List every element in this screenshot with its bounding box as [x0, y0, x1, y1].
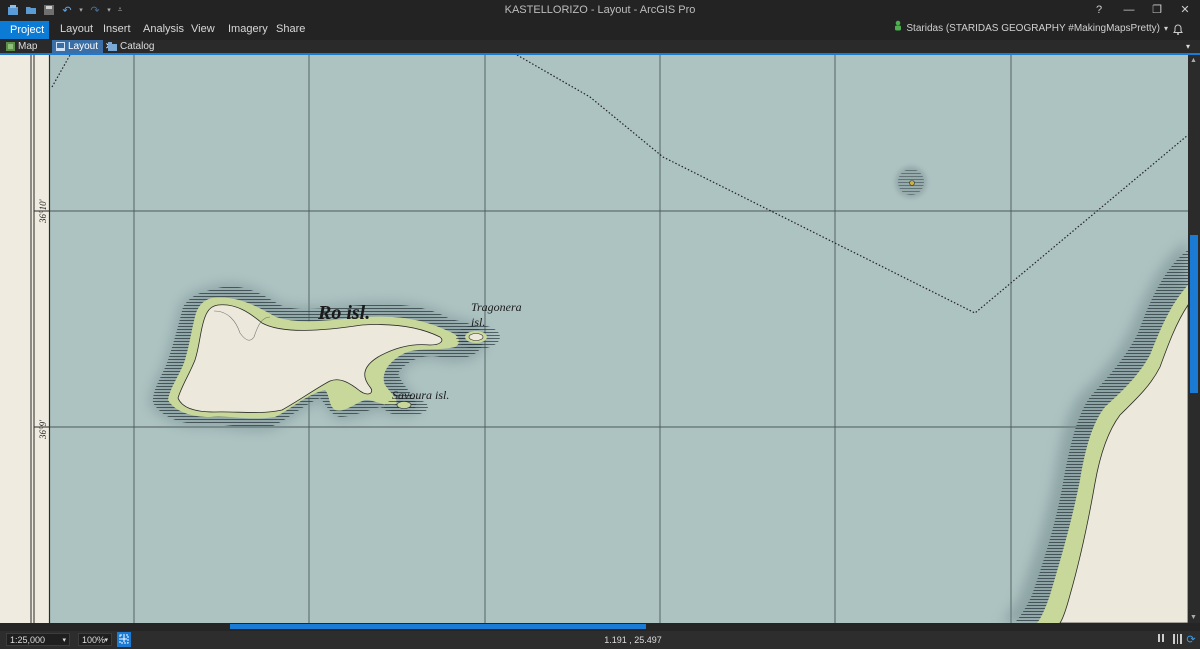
latitude-label: 36°9' — [38, 419, 48, 440]
minimize-button[interactable]: — — [1114, 0, 1144, 20]
table-of-contents-icon[interactable] — [1155, 633, 1169, 647]
latitude-label: 36°10' — [38, 198, 48, 224]
horizontal-scroll-thumb[interactable] — [230, 624, 646, 629]
map-border-frame — [0, 55, 50, 623]
notifications-icon[interactable] — [1172, 20, 1184, 38]
label-ro-island: Ro isl. — [317, 302, 370, 324]
view-tab-label: Map — [18, 41, 38, 52]
view-tab-label: Catalog — [120, 41, 155, 52]
view-tab-layout[interactable]: Layout ✕ — [52, 40, 113, 53]
tab-insert[interactable]: Insert — [103, 20, 131, 38]
label-tragonera-isl: isl. — [471, 315, 485, 329]
layout-icon — [56, 42, 65, 51]
horizontal-scrollbar[interactable] — [0, 623, 1200, 631]
view-tab-map[interactable]: Map — [6, 40, 46, 53]
window-title: KASTELLORIZO - Layout - ArcGIS Pro — [504, 4, 696, 16]
refresh-icon[interactable]: ⟳ — [1184, 633, 1198, 647]
map-icon — [6, 42, 15, 51]
ribbon-tab-bar: Project Layout Insert Analysis View Imag… — [0, 20, 1200, 40]
user-icon — [894, 20, 902, 38]
label-savoura: Savoura isl. — [392, 388, 449, 402]
user-account[interactable]: Staridas (STARIDAS GEOGRAPHY #MakingMaps… — [894, 20, 1168, 38]
view-tabs-menu-chevron-icon[interactable]: ▾ — [1186, 40, 1190, 53]
catalog-icon — [108, 42, 117, 51]
cursor-coordinates: 1.191 , 25.497 — [604, 635, 662, 645]
tab-imagery[interactable]: Imagery — [228, 20, 268, 38]
tab-analysis[interactable]: Analysis — [143, 20, 184, 38]
restore-button[interactable]: ❐ — [1142, 0, 1172, 20]
status-bar: 1:25,000 ▾ 100% ▾ 1.191 , 25.497 ⟳ — [0, 631, 1200, 649]
tab-project[interactable]: Project — [0, 21, 49, 39]
user-name: Staridas (STARIDAS GEOGRAPHY #MakingMaps… — [906, 23, 1160, 34]
label-tragonera: Tragonera — [471, 300, 522, 314]
view-tab-label: Layout — [68, 41, 99, 52]
scroll-up-icon[interactable]: ▲ — [1190, 57, 1197, 64]
chevron-down-icon: ▾ — [1163, 24, 1168, 33]
shoal-rock — [895, 166, 927, 198]
help-button[interactable]: ? — [1084, 0, 1114, 20]
title-bar: ↶ ▾ ↷ ▾ ⩡ KASTELLORIZO - Layout - ArcGIS… — [0, 0, 1200, 20]
layout-view[interactable]: 36°10' 36°9' Ro isl. Tragonera isl. Savo… — [0, 55, 1188, 623]
pause-drawing-icon[interactable] — [1170, 633, 1184, 647]
scroll-down-icon[interactable]: ▼ — [1190, 614, 1197, 621]
tab-layout[interactable]: Layout — [60, 20, 93, 38]
map-frame[interactable]: 36°10' 36°9' Ro isl. Tragonera isl. Savo… — [0, 55, 1188, 623]
view-tab-catalog[interactable]: Catalog — [108, 40, 158, 53]
view-tab-bar: Map Layout ✕ Catalog ▾ — [0, 40, 1200, 54]
vertical-scroll-thumb[interactable] — [1190, 235, 1198, 393]
close-button[interactable]: ✕ — [1170, 0, 1200, 20]
vertical-scrollbar[interactable]: ▲ ▼ — [1188, 55, 1200, 623]
tab-view[interactable]: View — [191, 20, 215, 38]
tab-share[interactable]: Share — [276, 20, 305, 38]
